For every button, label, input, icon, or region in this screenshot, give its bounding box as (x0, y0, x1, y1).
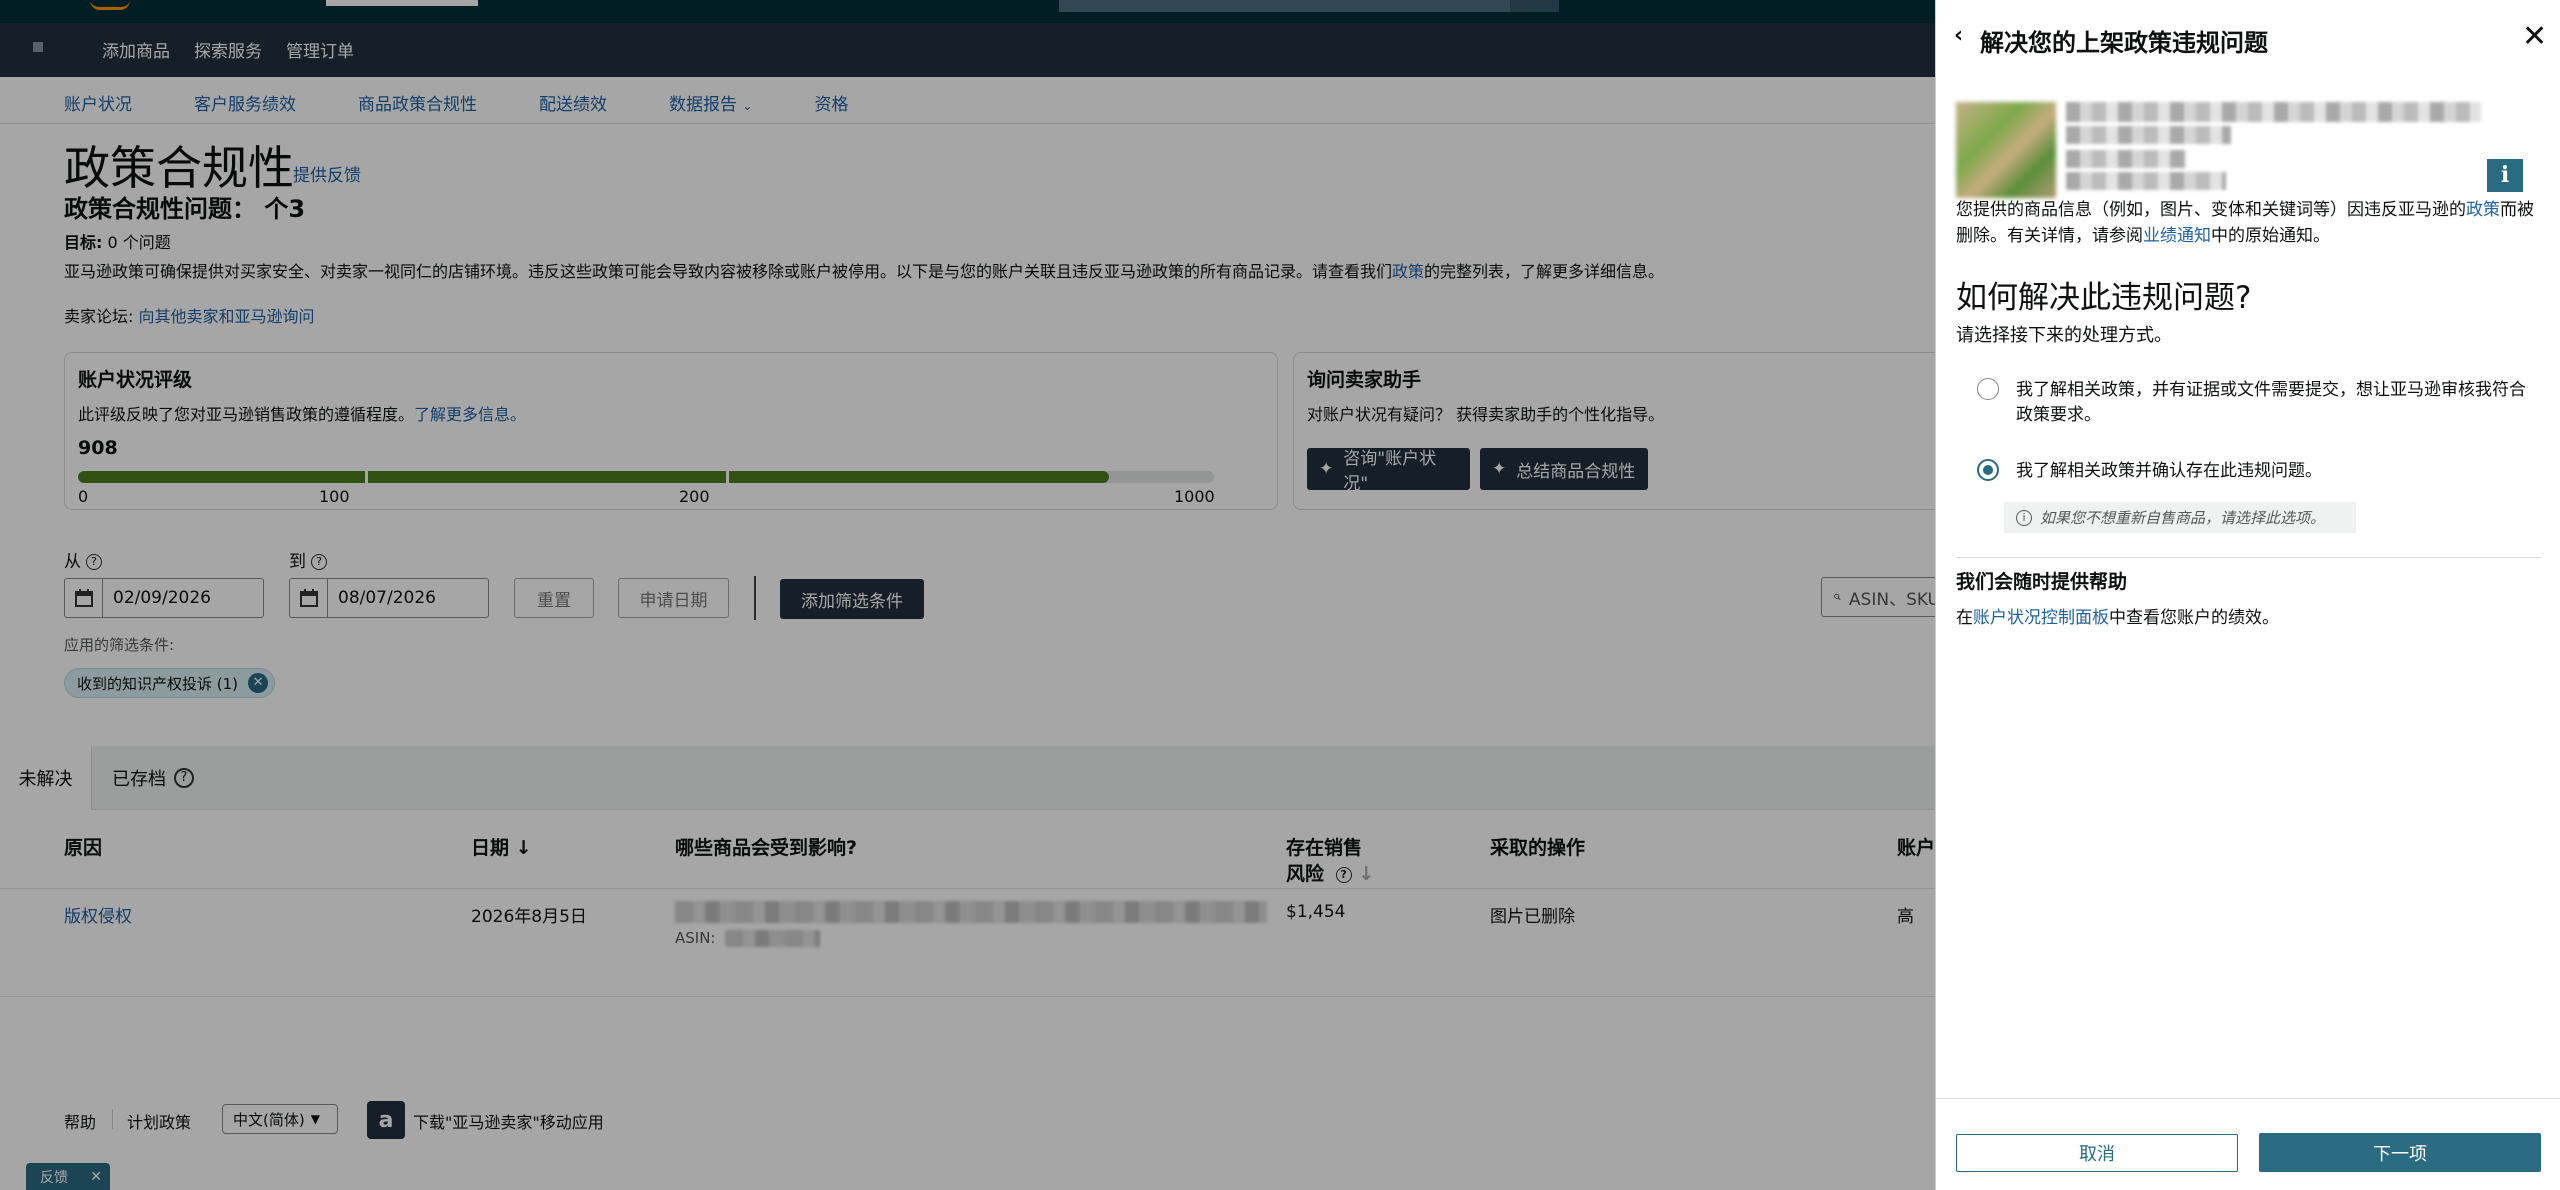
product-detail-redacted (2066, 150, 2186, 168)
close-icon[interactable]: ✕ (2522, 22, 2547, 52)
help-title: 我们会随时提供帮助 (1956, 571, 2128, 593)
back-chevron-icon[interactable]: ‹ (1954, 23, 1963, 48)
product-thumbnail (1956, 102, 2056, 198)
product-title-redacted (2066, 102, 2481, 122)
product-detail-redacted (2066, 172, 2226, 190)
panel-question: 如何解决此违规问题? (1956, 280, 2252, 316)
panel-divider (1956, 557, 2541, 558)
account-health-dashboard-link[interactable]: 账户状况控制面板 (1973, 608, 2109, 628)
panel-subtitle: 请选择接下来的处理方式。 (1956, 325, 2172, 346)
panel-footer-divider (1936, 1098, 2560, 1099)
option-hint: i 如果您不想重新自售商品，请选择此选项。 (2004, 502, 2356, 533)
performance-notice-link[interactable]: 业绩通知 (2143, 226, 2211, 246)
info-icon[interactable]: i (2487, 159, 2523, 192)
option-submit-evidence-label[interactable]: 我了解相关政策，并有证据或文件需要提交，想让亚马逊审核我符合政策要求。 (2016, 378, 2526, 428)
option-acknowledge-label[interactable]: 我了解相关政策并确认存在此违规问题。 (2016, 459, 2526, 484)
help-text-2: 中查看您账户的绩效。 (2109, 608, 2279, 628)
panel-policy-link[interactable]: 政策 (2466, 200, 2500, 220)
next-button[interactable]: 下一项 (2259, 1133, 2541, 1172)
option-hint-text: 如果您不想重新自售商品，请选择此选项。 (2040, 509, 2326, 527)
product-detail-redacted (2066, 126, 2231, 144)
help-text-1: 在 (1956, 608, 1973, 628)
panel-body-text-1: 您提供的商品信息（例如，图片、变体和关键词等）因违反亚马逊的 (1956, 200, 2466, 220)
modal-backdrop[interactable] (0, 0, 1935, 1190)
panel-title: 解决您的上架政策违规问题 (1980, 29, 2268, 57)
option-submit-evidence-radio[interactable] (1977, 378, 1999, 400)
resolve-violation-panel: ‹ 解决您的上架政策违规问题 ✕ i 您提供的商品信息（例如，图片、变体和关键词… (1935, 0, 2560, 1190)
info-icon: i (2016, 509, 2032, 526)
panel-body: 您提供的商品信息（例如，图片、变体和关键词等）因违反亚马逊的政策而被删除。有关详… (1956, 197, 2546, 249)
cancel-button[interactable]: 取消 (1956, 1134, 2238, 1172)
panel-body-text-3: 中的原始通知。 (2211, 226, 2330, 246)
option-acknowledge-radio[interactable] (1977, 459, 1999, 481)
help-text: 在账户状况控制面板中查看您账户的绩效。 (1956, 603, 2279, 628)
